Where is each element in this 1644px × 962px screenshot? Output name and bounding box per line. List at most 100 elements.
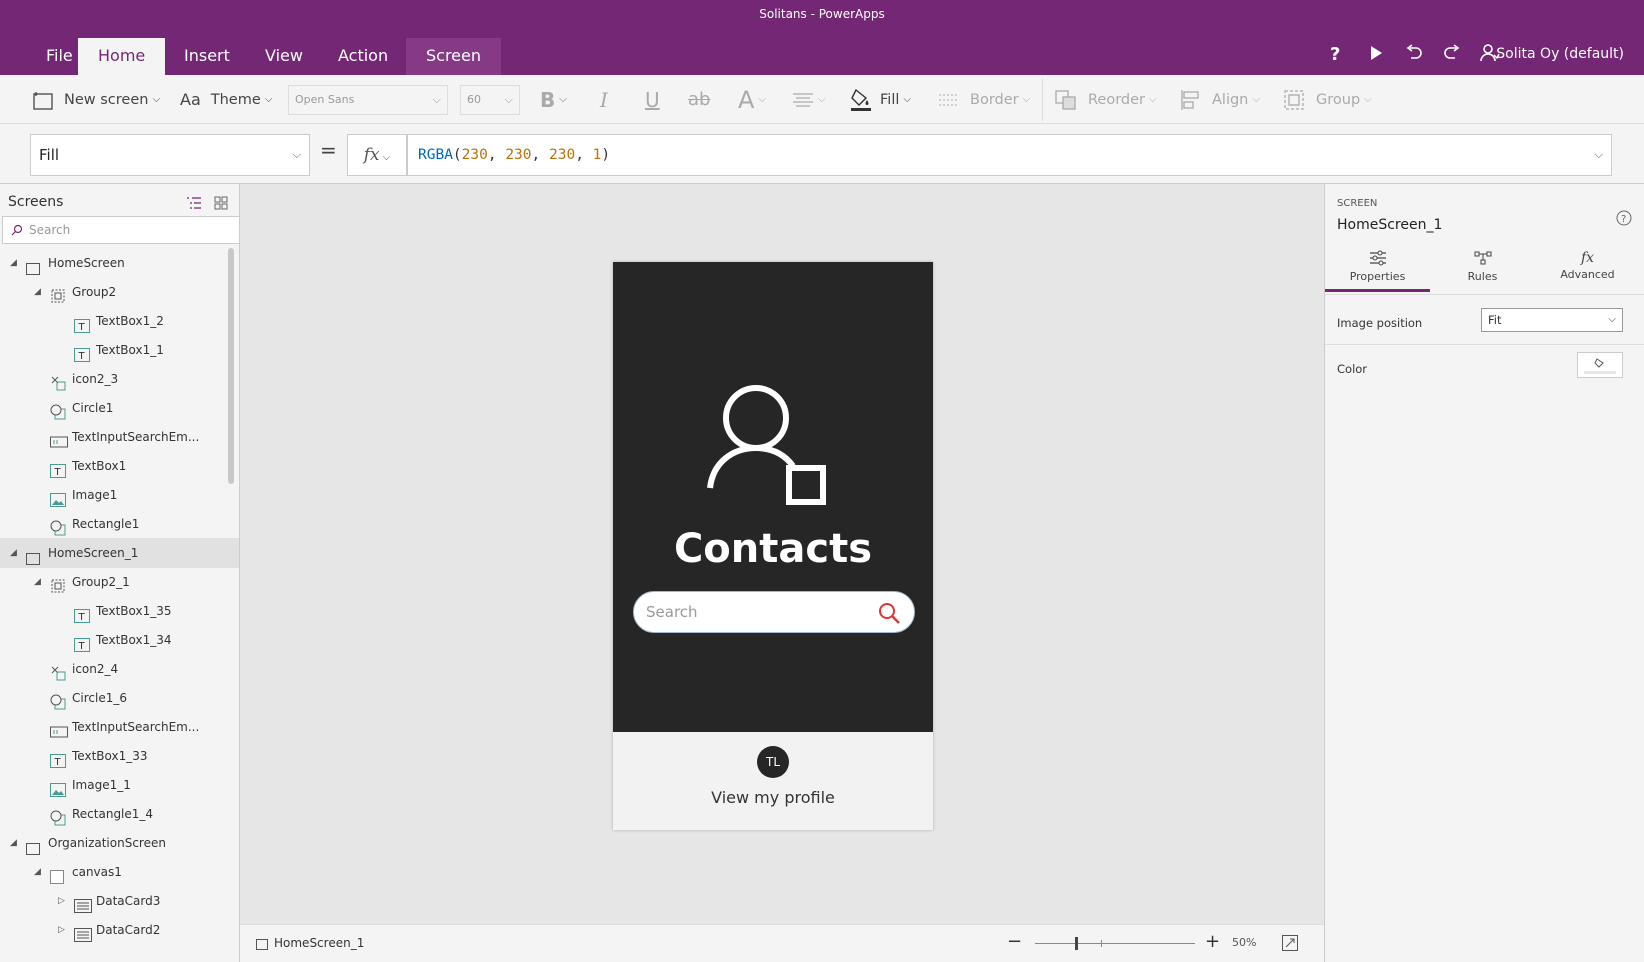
tree-item-icon[interactable]: icon2_4 [0, 654, 239, 684]
tab-advanced[interactable]: fx Advanced [1535, 250, 1640, 292]
tab-screen[interactable]: Screen [406, 38, 502, 75]
expanded-arrow-icon[interactable]: ◢ [34, 277, 41, 307]
tree-item-group[interactable]: ◢ Group2 [0, 277, 239, 307]
tab-rules[interactable]: Rules [1430, 250, 1535, 292]
tree-item-label: canvas1 [72, 865, 122, 879]
color-picker-button[interactable] [1577, 352, 1623, 378]
bold-button[interactable]: B ⌵ [540, 75, 567, 124]
footer-area[interactable]: TL View my profile [613, 732, 933, 830]
search-icon[interactable] [878, 602, 900, 624]
fill-button[interactable]: Fill ⌵ [850, 75, 911, 124]
zoom-slider[interactable] [1035, 937, 1195, 950]
app-screen-preview[interactable]: Contacts Search TL View my profile [613, 262, 933, 830]
bold-label: B [540, 87, 556, 112]
help-icon[interactable]: ? [1325, 42, 1347, 64]
avatar[interactable]: TL [757, 746, 789, 778]
tree-item-image[interactable]: Image1_1 [0, 770, 239, 800]
text-align-button[interactable]: ⌵ [792, 75, 826, 124]
contacts-person-icon[interactable] [703, 374, 843, 514]
tree-item-shape[interactable]: Circle1 [0, 393, 239, 423]
tree-item-icon[interactable]: icon2_3 [0, 364, 239, 394]
screens-search-input[interactable]: Search [2, 216, 239, 244]
header-rectangle[interactable]: Contacts Search [613, 262, 933, 732]
underline-button[interactable]: U [645, 75, 660, 124]
expanded-arrow-icon[interactable]: ◢ [34, 567, 41, 597]
italic-button[interactable]: I [600, 75, 608, 124]
font-family-select[interactable]: Open Sans ⌵ [288, 85, 448, 115]
tree-item-card[interactable]: ▷ DataCard3 [0, 886, 239, 916]
zoom-slider-thumb[interactable] [1075, 937, 1078, 950]
rules-icon [1474, 251, 1491, 265]
tree-item-text[interactable]: T TextBox1_35 [0, 596, 239, 626]
contact-search-input[interactable]: Search [633, 591, 915, 633]
tree-view-icon[interactable] [186, 196, 202, 213]
app-title[interactable]: Contacts [613, 526, 933, 572]
tree-item-text[interactable]: T TextBox1 [0, 451, 239, 481]
reorder-button[interactable]: Reorder ⌵ [1054, 75, 1157, 124]
collapsed-arrow-icon[interactable]: ▷ [58, 886, 65, 916]
tree-item-group[interactable]: ◢ Group2_1 [0, 567, 239, 597]
color-swatch [1584, 371, 1616, 374]
property-select[interactable]: Fill ⌵ [30, 134, 310, 176]
expanded-arrow-icon[interactable]: ◢ [10, 538, 17, 568]
tree-item-canvas[interactable]: ◢ canvas1 [0, 857, 239, 887]
current-screen-name[interactable]: HomeScreen_1 [274, 936, 364, 950]
tab-properties[interactable]: Properties [1325, 250, 1430, 292]
tree-item-text[interactable]: T TextBox1_1 [0, 335, 239, 365]
align-button[interactable]: Align ⌵ [1180, 75, 1260, 124]
tree-item-text[interactable]: T TextBox1_34 [0, 625, 239, 655]
tree-item-shape[interactable]: Circle1_6 [0, 683, 239, 713]
view-profile-link[interactable]: View my profile [613, 788, 933, 807]
collapsed-arrow-icon[interactable]: ▷ [58, 915, 65, 945]
image-position-select[interactable]: Fit ⌵ [1481, 308, 1623, 332]
tab-action[interactable]: Action [318, 38, 408, 75]
tree-item-screen[interactable]: ◢ HomeScreen_1 [0, 538, 239, 568]
formula-arg-alpha: 1 [592, 147, 602, 163]
font-color-button[interactable]: A ⌵ [738, 75, 766, 124]
font-size-select[interactable]: 60 ⌵ [460, 85, 520, 115]
expanded-arrow-icon[interactable]: ◢ [10, 248, 17, 278]
expanded-arrow-icon[interactable]: ◢ [10, 828, 17, 858]
tree-item-image[interactable]: Image1 [0, 480, 239, 510]
tab-insert[interactable]: Insert [164, 38, 250, 75]
fit-to-window-icon[interactable] [1282, 935, 1298, 951]
undo-icon[interactable] [1403, 42, 1425, 64]
tree-item-shape[interactable]: Rectangle1 [0, 509, 239, 539]
align-label: Align [1212, 91, 1249, 108]
strikethrough-button[interactable]: ab [688, 75, 710, 124]
user-account[interactable]: Solita Oy (default) [1496, 46, 1624, 62]
help-icon[interactable]: ? [1616, 210, 1632, 226]
tree-item-input[interactable]: TextInputSearchEm... [0, 712, 239, 742]
formula-arg-blue: 230 [549, 147, 576, 163]
play-icon[interactable] [1365, 42, 1387, 64]
screens-search-placeholder: Search [29, 223, 71, 237]
formula-arg-green: 230 [505, 147, 532, 163]
expand-formula-icon[interactable]: ⌵ [1595, 135, 1603, 175]
image-position-value: Fit [1488, 313, 1502, 327]
zoom-in-button[interactable]: + [1205, 931, 1220, 952]
tree-item-text[interactable]: T TextBox1_33 [0, 741, 239, 771]
tab-home[interactable]: Home [78, 38, 166, 75]
theme-button[interactable]: Aa Theme ⌵ [180, 75, 272, 124]
tree-item-text[interactable]: T TextBox1_2 [0, 306, 239, 336]
tree-item-input[interactable]: TextInputSearchEm... [0, 422, 239, 452]
thumbnail-view-icon[interactable] [214, 196, 228, 213]
svg-text:T: T [78, 322, 86, 333]
tree-item-shape[interactable]: Rectangle1_4 [0, 799, 239, 829]
tree-item-label: TextBox1_34 [96, 633, 172, 647]
tree-scrollbar[interactable] [228, 248, 234, 484]
group-button[interactable]: Group ⌵ [1282, 75, 1372, 124]
fx-button[interactable]: fx ⌵ [347, 134, 407, 176]
design-canvas[interactable]: Contacts Search TL View my profile [240, 184, 1324, 924]
zoom-out-button[interactable]: − [1007, 931, 1022, 952]
tab-view[interactable]: View [245, 38, 323, 75]
property-value: Fill [39, 146, 60, 164]
expanded-arrow-icon[interactable]: ◢ [34, 857, 41, 887]
formula-input[interactable]: RGBA(230, 230, 230, 1) ⌵ [407, 134, 1612, 176]
tree-item-card[interactable]: ▷ DataCard2 [0, 915, 239, 945]
tree-item-screen[interactable]: ◢ HomeScreen [0, 248, 239, 278]
border-button[interactable]: Border ⌵ [938, 75, 1030, 124]
new-screen-button[interactable]: New screen ⌵ [32, 75, 160, 124]
redo-icon[interactable] [1441, 42, 1463, 64]
tree-item-screen[interactable]: ◢ OrganizationScreen [0, 828, 239, 858]
